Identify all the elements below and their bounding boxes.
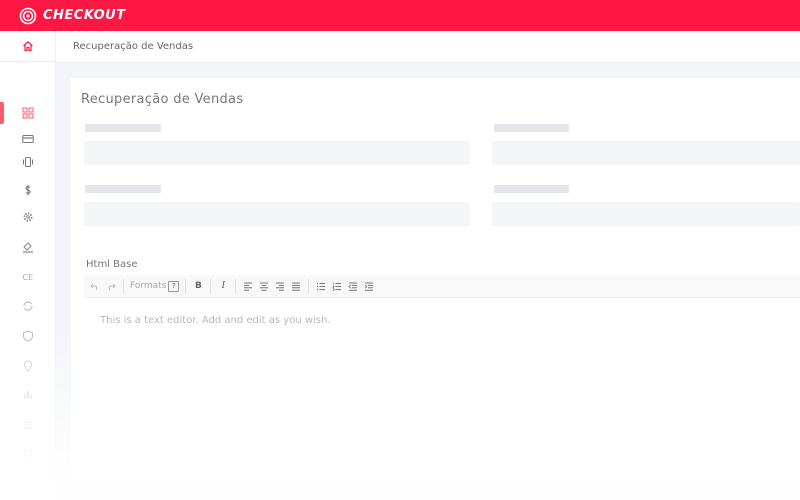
toolbar-divider <box>185 278 187 294</box>
field-input-placeholder[interactable] <box>492 141 800 165</box>
align-left-icon <box>244 282 253 291</box>
formats-label: Formats <box>130 281 167 291</box>
editor-toolbar: Formats ? B I <box>84 275 800 298</box>
italic-button[interactable]: I <box>215 277 231 295</box>
toolbar-divider <box>210 278 212 294</box>
brand-name: CHECKOUT <box>43 8 126 23</box>
sidebar-item-location[interactable] <box>0 355 55 377</box>
toolbar-divider <box>308 278 310 294</box>
svg-text:CE: CE <box>22 273 33 282</box>
field-input-placeholder[interactable] <box>84 202 470 226</box>
toolbar-divider <box>123 278 124 294</box>
breadcrumb: Recuperação de Vendas <box>56 31 800 63</box>
numbered-list-button[interactable] <box>329 277 345 295</box>
dollar-icon <box>24 185 31 195</box>
align-center-icon <box>260 282 269 291</box>
field-label-placeholder <box>494 185 569 193</box>
list-icon <box>23 421 32 429</box>
shield-icon <box>22 330 33 342</box>
sidebar-item-security[interactable] <box>0 325 55 347</box>
credit-card-icon <box>21 135 34 143</box>
sidebar: CE <box>0 31 56 500</box>
form-card: Recuperação de Vendas Html Base Formats … <box>71 78 800 478</box>
brand[interactable]: CHECKOUT <box>19 7 126 25</box>
bar-chart-icon <box>23 391 32 399</box>
redo-icon <box>108 283 116 291</box>
sidebar-item-list[interactable] <box>0 414 55 436</box>
align-right-button[interactable] <box>272 277 288 295</box>
field-input-placeholder[interactable] <box>492 202 800 226</box>
editor-content-text: This is a text editor. Add and edit as y… <box>100 315 331 326</box>
breadcrumb-current[interactable]: Recuperação de Vendas <box>73 41 193 52</box>
align-center-button[interactable] <box>256 277 272 295</box>
indent-button[interactable] <box>361 277 377 295</box>
sidebar-item-settings[interactable] <box>0 206 55 228</box>
page-title: Recuperação de Vendas <box>81 92 244 107</box>
top-bar: CHECKOUT <box>0 0 800 31</box>
undo-button[interactable] <box>87 277 103 295</box>
sidebar-item-payments[interactable] <box>0 128 55 150</box>
sidebar-item-finance[interactable] <box>0 179 55 201</box>
settings-gear-icon <box>23 212 32 222</box>
sidebar-item-more[interactable] <box>0 442 55 464</box>
bold-button[interactable]: B <box>190 277 206 295</box>
editor-content-area[interactable]: This is a text editor. Add and edit as y… <box>84 298 800 473</box>
outdent-icon <box>348 282 358 291</box>
sidebar-home[interactable] <box>0 31 55 62</box>
undo-icon <box>90 283 98 291</box>
numbered-list-icon <box>333 282 342 291</box>
field-label-placeholder <box>85 124 161 132</box>
more-icon <box>23 449 32 457</box>
align-left-button[interactable] <box>240 277 256 295</box>
sync-icon <box>22 301 33 311</box>
align-right-icon <box>276 282 285 291</box>
outdent-button[interactable] <box>345 277 361 295</box>
sidebar-item-dashboard[interactable] <box>0 102 55 124</box>
home-icon <box>22 41 33 52</box>
bullet-list-icon <box>317 282 326 290</box>
help-icon: ? <box>168 280 180 292</box>
sidebar-item-ce[interactable]: CE <box>0 266 55 288</box>
toolbar-divider <box>235 278 237 294</box>
editor-label: Html Base <box>86 259 138 270</box>
paint-bucket-icon <box>22 242 33 253</box>
sidebar-item-reports[interactable] <box>0 384 55 406</box>
sidebar-item-notifications[interactable] <box>0 151 55 173</box>
bullet-list-button[interactable] <box>313 277 329 295</box>
align-justify-button[interactable] <box>288 277 304 295</box>
dashboard-grid-icon <box>22 107 33 119</box>
vibrate-icon <box>22 157 33 167</box>
location-pin-icon <box>23 360 32 372</box>
redo-button[interactable] <box>103 277 119 295</box>
indent-icon <box>365 282 374 291</box>
sidebar-item-recovery[interactable] <box>0 295 55 317</box>
sidebar-item-appearance[interactable] <box>0 236 55 258</box>
formats-dropdown[interactable]: Formats ? <box>128 280 181 292</box>
field-input-placeholder[interactable] <box>84 141 470 165</box>
field-label-placeholder <box>494 124 569 132</box>
ce-icon: CE <box>22 273 33 282</box>
checkout-logo-icon <box>19 7 37 24</box>
field-label-placeholder <box>85 185 161 193</box>
align-justify-icon <box>292 282 301 291</box>
